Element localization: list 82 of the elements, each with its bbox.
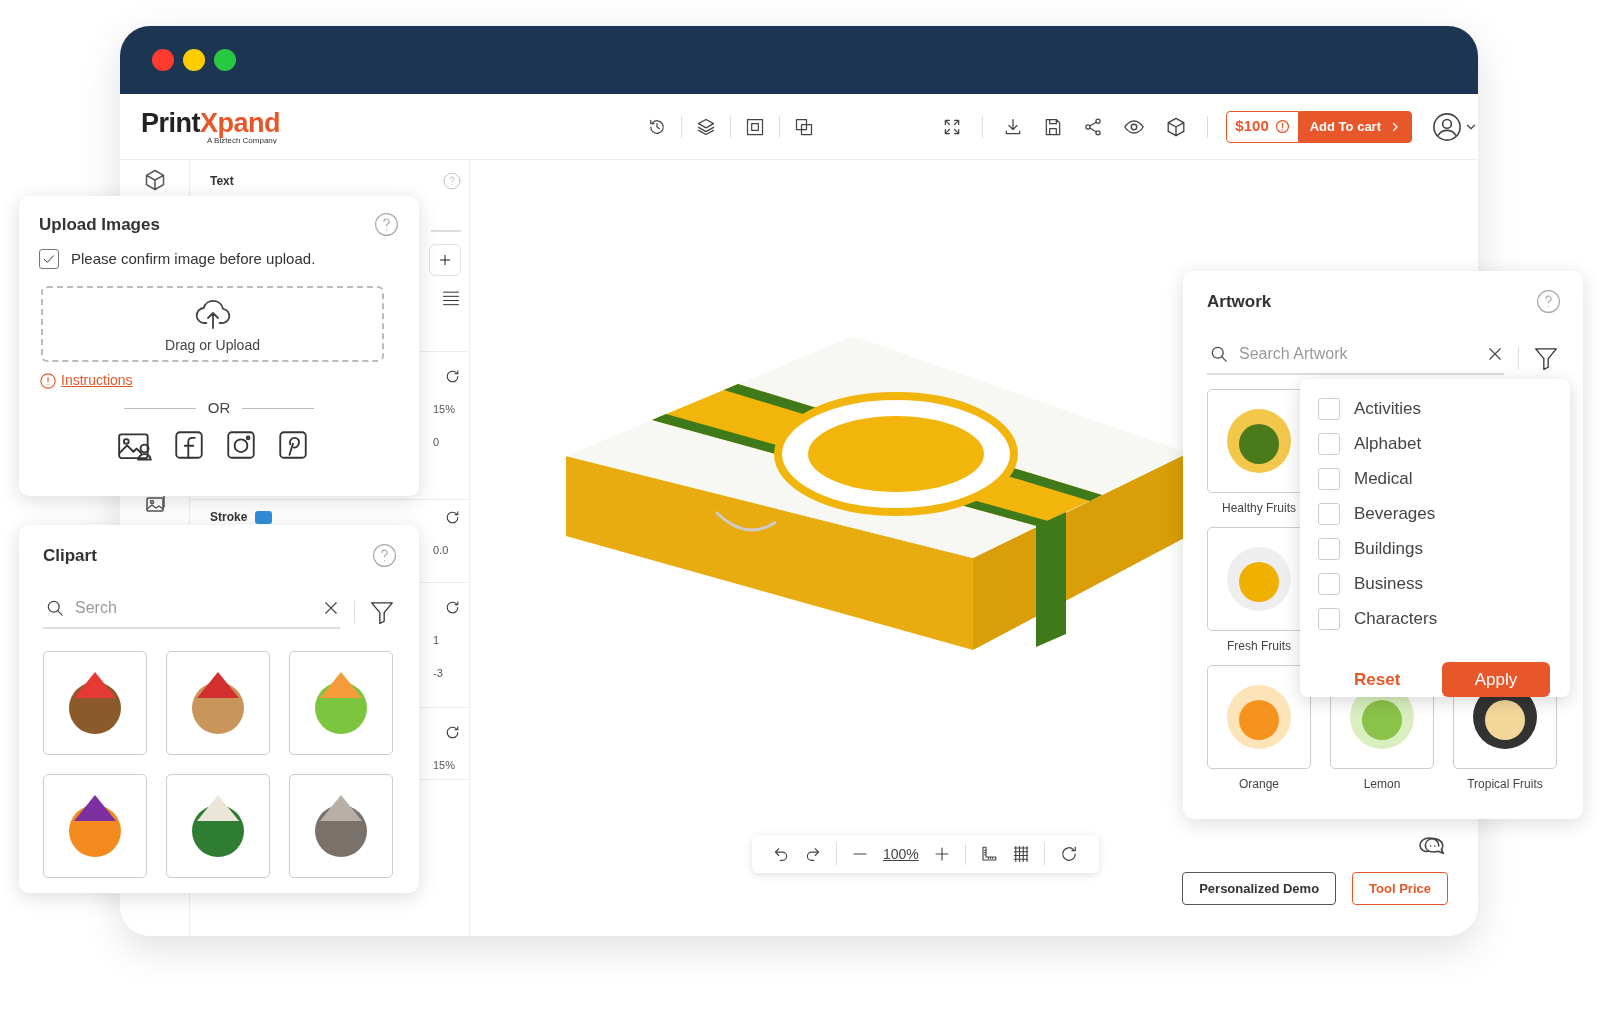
panel-title: Artwork bbox=[1207, 291, 1272, 313]
checkbox-label: Beverages bbox=[1354, 502, 1436, 525]
checkbox[interactable] bbox=[1318, 537, 1340, 560]
clipart-illustration bbox=[69, 671, 121, 734]
checkbox-label: Alphabet bbox=[1354, 432, 1422, 455]
search-field[interactable]: Serch bbox=[73, 594, 314, 621]
checkbox[interactable] bbox=[1318, 467, 1340, 490]
reset-icon[interactable] bbox=[444, 724, 461, 741]
apply-button[interactable]: Apply bbox=[1442, 662, 1550, 697]
window-control-button[interactable] bbox=[183, 49, 205, 71]
overlap-icon[interactable] bbox=[794, 116, 815, 137]
clipart-illustration bbox=[315, 671, 367, 734]
checkbox-label: Buildings bbox=[1354, 537, 1423, 560]
clipart-tile[interactable] bbox=[289, 773, 393, 878]
artwork-illustration bbox=[1227, 546, 1291, 611]
plus-icon bbox=[438, 253, 452, 267]
clipart-tile[interactable] bbox=[166, 650, 270, 755]
clipart-illustration bbox=[69, 794, 121, 857]
clipart-tile[interactable] bbox=[166, 773, 270, 878]
property-value: 0.0 bbox=[433, 543, 450, 558]
section-label: Stroke bbox=[210, 509, 248, 526]
window-control-button[interactable] bbox=[152, 49, 174, 71]
demo-button[interactable]: Personalized Demo bbox=[1182, 872, 1337, 905]
checkbox[interactable] bbox=[1318, 572, 1340, 595]
add-to-cart-button[interactable]: Add To cart bbox=[1298, 110, 1412, 143]
property-value: -3 bbox=[433, 665, 444, 681]
property-value: 0 bbox=[433, 434, 441, 450]
artwork-caption: Orange bbox=[1239, 775, 1279, 793]
artwork-illustration bbox=[1227, 408, 1291, 473]
share-icon[interactable] bbox=[1083, 116, 1104, 137]
add-button[interactable] bbox=[429, 244, 461, 276]
checkbox-label: Activities bbox=[1354, 397, 1422, 420]
checkbox-label: Characters bbox=[1354, 607, 1438, 630]
instructions-link[interactable]: Instructions bbox=[61, 370, 133, 391]
clipart-illustration bbox=[315, 794, 367, 857]
property-value: 1 bbox=[433, 633, 441, 648]
panel-title: Clipart bbox=[43, 545, 97, 567]
property-value: 15% bbox=[433, 758, 457, 773]
reset-icon[interactable] bbox=[444, 508, 461, 526]
checkbox[interactable] bbox=[1318, 432, 1340, 455]
artwork-caption: Tropical Fruits bbox=[1467, 775, 1543, 793]
logo-wordmark: PrintXpand bbox=[141, 109, 282, 137]
grid-icon[interactable] bbox=[1011, 845, 1030, 863]
user-avatar-icon[interactable] bbox=[1432, 111, 1462, 142]
undo-icon[interactable] bbox=[772, 845, 790, 863]
tool-price-button[interactable]: Tool Price bbox=[1352, 872, 1448, 905]
divider-label: OR bbox=[207, 398, 231, 418]
upload-dropzone[interactable]: Drag or Upload bbox=[41, 286, 384, 362]
checkbox[interactable] bbox=[1318, 397, 1340, 420]
artwork-caption: Healthy Fruits bbox=[1222, 499, 1296, 517]
checkbox-label: Medical bbox=[1354, 467, 1413, 490]
clipart-illustration bbox=[192, 794, 244, 857]
property-value: 15% bbox=[433, 402, 457, 417]
checkbox[interactable] bbox=[1318, 607, 1340, 630]
price-button[interactable]: $100 bbox=[1226, 110, 1299, 143]
section-label: Text bbox=[210, 173, 234, 190]
checkbox-label: Business bbox=[1354, 572, 1423, 595]
ruler-icon[interactable] bbox=[979, 845, 998, 863]
clipart-tile[interactable] bbox=[43, 650, 147, 755]
redo-icon[interactable] bbox=[804, 845, 822, 863]
clipart-tile[interactable] bbox=[43, 773, 147, 878]
checkbox[interactable] bbox=[1318, 502, 1340, 525]
group-icon[interactable] bbox=[745, 116, 766, 137]
search-field[interactable]: Search Artwork bbox=[1237, 340, 1478, 367]
artwork-tile[interactable] bbox=[1207, 664, 1311, 769]
artwork-caption: Lemon bbox=[1363, 775, 1401, 793]
color-swatch[interactable] bbox=[255, 510, 273, 524]
reset-icon[interactable] bbox=[444, 368, 461, 385]
panel-title: Upload Images bbox=[39, 214, 160, 236]
alert-icon bbox=[39, 371, 57, 390]
info-icon bbox=[1274, 119, 1290, 134]
reset-button[interactable]: Reset bbox=[1348, 665, 1407, 694]
clipart-tile[interactable] bbox=[289, 650, 393, 755]
clipart-illustration bbox=[192, 671, 244, 734]
window-control-button[interactable] bbox=[214, 49, 236, 71]
checkbox-label: Please confirm image before upload. bbox=[71, 248, 316, 269]
artwork-illustration bbox=[1227, 684, 1291, 749]
checkbox[interactable] bbox=[39, 248, 59, 269]
artwork-caption: Fresh Fruits bbox=[1227, 637, 1291, 655]
layers-icon[interactable] bbox=[696, 116, 717, 137]
zoom-level[interactable]: 100% bbox=[883, 843, 919, 865]
reset-icon[interactable] bbox=[444, 599, 461, 616]
